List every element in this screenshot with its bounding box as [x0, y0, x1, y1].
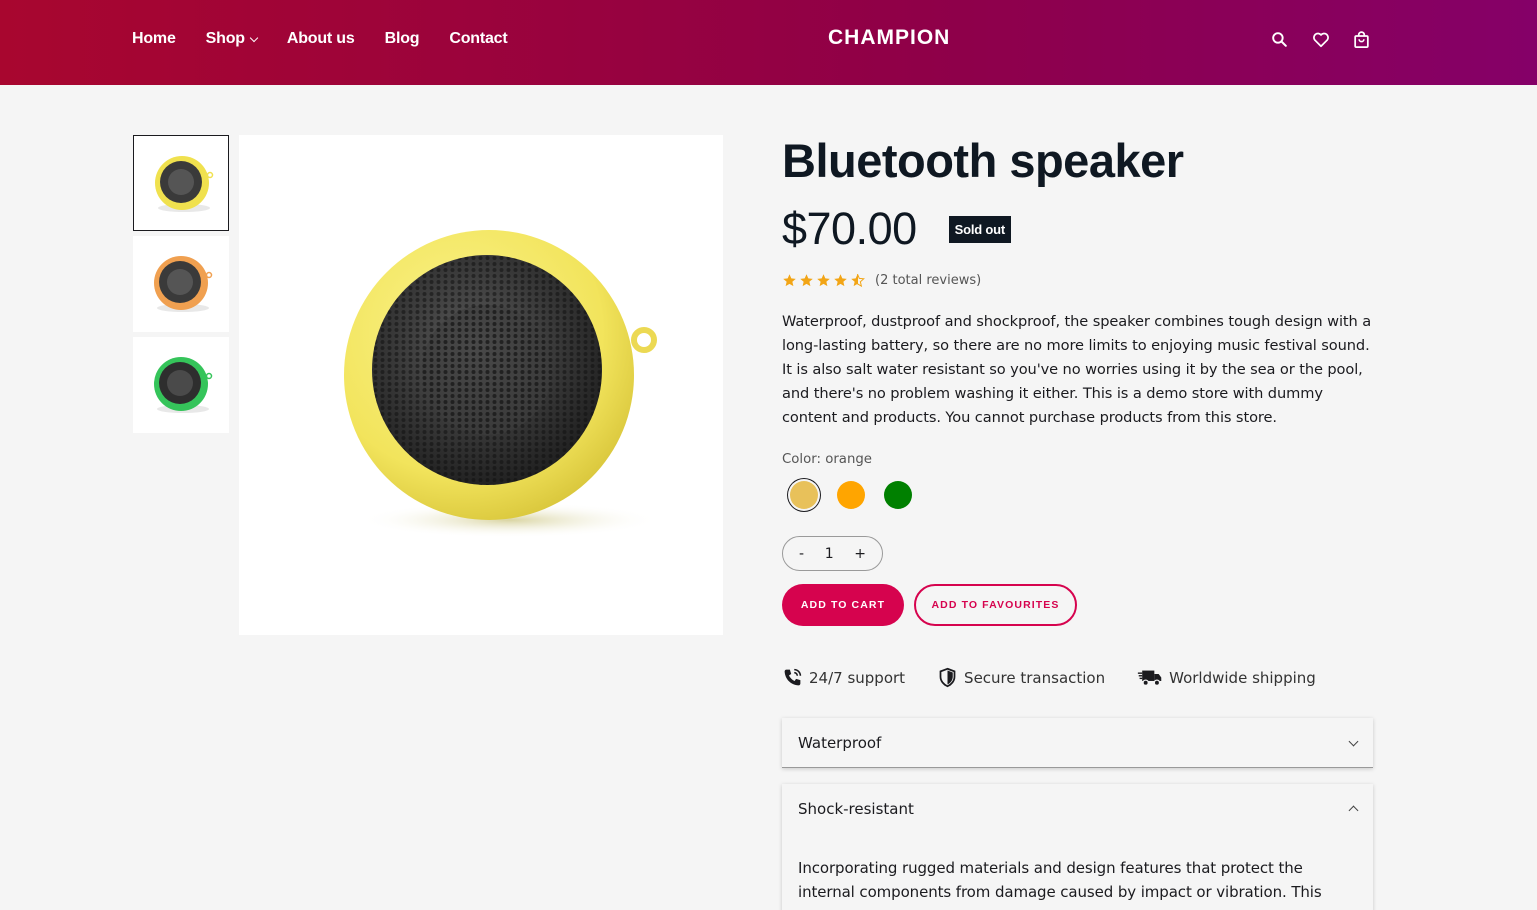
- chevron-down-icon: [1348, 736, 1359, 746]
- quantity-value[interactable]: 1: [825, 546, 834, 562]
- thumbnail-yellow[interactable]: [133, 135, 229, 231]
- star-icon: [783, 274, 796, 287]
- phone-support-icon: [782, 667, 803, 688]
- accordion-shock-header[interactable]: Shock-resistant: [782, 784, 1373, 834]
- swatch-yellow[interactable]: [837, 481, 865, 509]
- nav-shop[interactable]: Shop: [205, 30, 259, 48]
- nav-shop-label: Shop: [205, 30, 245, 47]
- nav-contact-label: Contact: [449, 30, 508, 47]
- accordion-waterproof-header[interactable]: Waterproof: [782, 718, 1373, 768]
- nav-blog[interactable]: Blog: [385, 30, 420, 48]
- thumbnail-orange[interactable]: [133, 236, 229, 332]
- product-description: Waterproof, dustproof and shockproof, th…: [782, 313, 1372, 426]
- feature-secure-label: Secure transaction: [964, 668, 1106, 687]
- accordion-shock-resistant: Shock-resistant Incorporating rugged mat…: [782, 784, 1373, 910]
- thumbnail-green[interactable]: [133, 337, 229, 433]
- header-actions: [1270, 30, 1371, 49]
- feature-support: 24/7 support: [782, 667, 905, 688]
- accordion-shock-title: Shock-resistant: [798, 800, 914, 818]
- accordion-waterproof: Waterproof: [782, 718, 1373, 768]
- nav-blog-label: Blog: [384, 30, 420, 47]
- site-header: Home Shop About us Blog Contact CHAMPION: [0, 0, 1537, 85]
- nav-about[interactable]: About us: [287, 30, 355, 48]
- quantity-stepper: - 1 +: [782, 536, 883, 571]
- shopping-bag-icon[interactable]: [1352, 30, 1371, 49]
- chevron-down-icon: [249, 33, 259, 42]
- speaker-thumbnail-image: [154, 357, 213, 413]
- color-swatches: [790, 481, 1373, 509]
- feature-shipping-label: Worldwide shipping: [1169, 668, 1316, 687]
- accordion-shock-body: Incorporating rugged materials and desig…: [798, 859, 1322, 901]
- feature-secure: Secure transaction: [937, 667, 1105, 688]
- product-title: Bluetooth speaker: [782, 134, 1184, 187]
- speaker-thumbnail-image: [155, 156, 214, 212]
- chevron-up-icon: [1348, 805, 1359, 816]
- truck-icon: [1137, 667, 1163, 688]
- feature-support-label: 24/7 support: [809, 668, 906, 687]
- shield-icon: [937, 667, 958, 688]
- accordion-waterproof-title: Waterproof: [798, 734, 882, 752]
- main-nav: Home Shop About us Blog Contact: [132, 30, 508, 48]
- price-row: $70.00 Sold out: [782, 203, 1373, 255]
- quantity-decrease-button[interactable]: -: [799, 546, 804, 562]
- sold-out-badge: Sold out: [948, 215, 1012, 243]
- site-logo[interactable]: CHAMPION: [828, 26, 950, 50]
- swatch-orange[interactable]: [790, 481, 818, 509]
- nav-contact[interactable]: Contact: [449, 30, 507, 48]
- feature-list: 24/7 support Secure transaction Worldwid…: [782, 667, 1373, 688]
- add-to-favourites-button[interactable]: ADD TO FAVOURITES: [914, 584, 1077, 626]
- thumbnail-list: [133, 135, 229, 438]
- product-info: Bluetooth speaker $70.00 Sold out (2 tot…: [782, 135, 1373, 688]
- color-label: Color: orange: [782, 452, 872, 467]
- add-to-cart-button[interactable]: ADD TO CART: [782, 584, 904, 626]
- rating-row: (2 total reviews): [782, 273, 1373, 288]
- nav-about-label: About us: [286, 30, 355, 47]
- product-price: $70.00: [782, 203, 917, 254]
- star-icon: [834, 274, 847, 287]
- star-icon: [817, 274, 830, 287]
- swatch-green[interactable]: [884, 481, 912, 509]
- product-main-image[interactable]: [239, 135, 723, 635]
- speaker-image: [344, 230, 659, 538]
- star-rating: [782, 273, 865, 288]
- search-icon[interactable]: [1270, 30, 1289, 49]
- feature-shipping: Worldwide shipping: [1137, 667, 1316, 688]
- speaker-thumbnail-image: [154, 256, 213, 312]
- heart-icon[interactable]: [1311, 30, 1330, 49]
- nav-home[interactable]: Home: [132, 30, 176, 48]
- quantity-increase-button[interactable]: +: [854, 546, 866, 562]
- nav-home-label: Home: [132, 30, 176, 47]
- half-star-icon: [851, 274, 865, 288]
- star-icon: [800, 274, 813, 287]
- review-count[interactable]: (2 total reviews): [875, 273, 981, 288]
- action-buttons: ADD TO CART ADD TO FAVOURITES: [782, 584, 1373, 626]
